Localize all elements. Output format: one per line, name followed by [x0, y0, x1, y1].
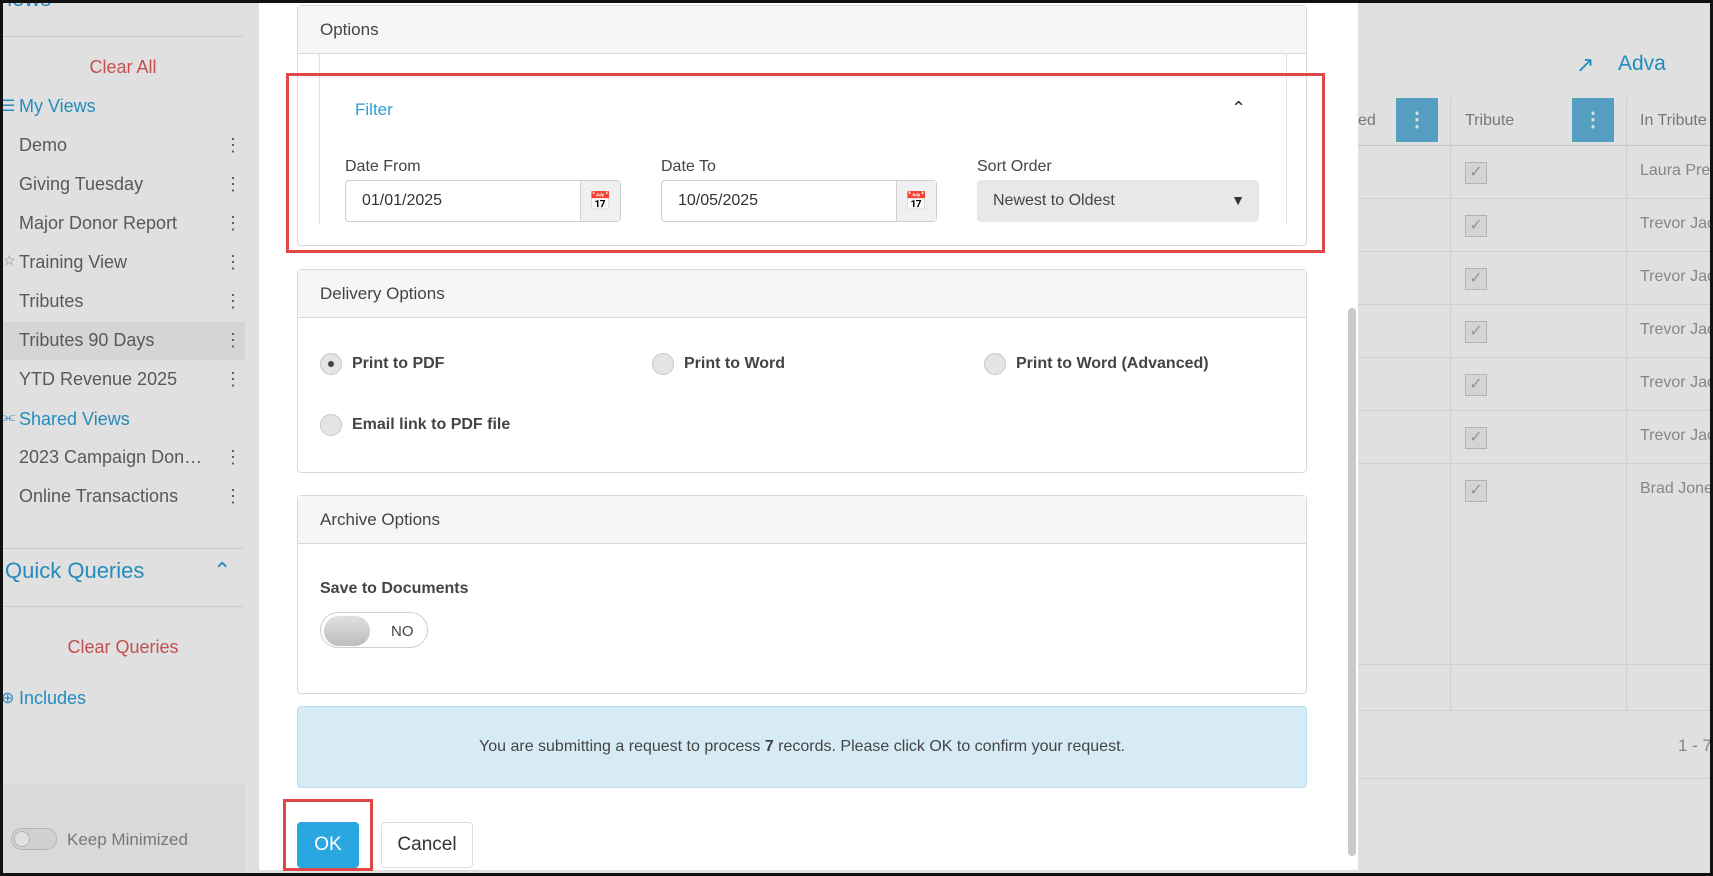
date-to-field[interactable]: 📅 — [661, 180, 937, 222]
radio-label: Email link to PDF file — [352, 416, 511, 433]
export-dialog: Options Filter ⌃ Date From 📅 Date To 📅 S… — [259, 0, 1358, 870]
toggle-knob — [324, 616, 370, 646]
date-to-input[interactable] — [662, 181, 896, 221]
modal-scrollbar[interactable] — [1348, 308, 1356, 856]
sort-order-value: Newest to Oldest — [993, 192, 1115, 209]
delivery-title: Delivery Options — [298, 270, 1306, 318]
radio-unselected-icon[interactable] — [984, 353, 1006, 375]
chevron-up-icon[interactable]: ⌃ — [1231, 98, 1246, 119]
caret-down-icon: ▼ — [1231, 192, 1245, 208]
radio-email-link-pdf[interactable]: Email link to PDF file — [320, 414, 510, 436]
radio-label: Print to Word (Advanced) — [1016, 355, 1209, 372]
save-to-documents-text: Save to Documents — [320, 580, 469, 597]
toggle-state: NO — [391, 623, 414, 640]
cancel-button[interactable]: Cancel — [381, 822, 473, 868]
sort-order-select[interactable]: Newest to Oldest ▼ — [977, 180, 1259, 222]
radio-unselected-icon[interactable] — [652, 353, 674, 375]
save-to-documents-toggle[interactable]: NO — [320, 612, 428, 648]
calendar-icon[interactable]: 📅 — [896, 181, 936, 221]
confirmation-message: You are submitting a request to process … — [297, 706, 1307, 788]
sort-order-label: Sort Order — [977, 158, 1052, 175]
radio-print-to-pdf[interactable]: Print to PDF — [320, 353, 444, 375]
radio-print-to-word-advanced[interactable]: Print to Word (Advanced) — [984, 353, 1209, 375]
calendar-icon[interactable]: 📅 — [580, 181, 620, 221]
archive-title: Archive Options — [298, 496, 1306, 544]
date-from-label: Date From — [345, 158, 421, 175]
date-to-label: Date To — [661, 158, 716, 175]
radio-label: Print to PDF — [352, 355, 445, 372]
radio-label: Print to Word — [684, 355, 786, 372]
radio-print-to-word[interactable]: Print to Word — [652, 353, 785, 375]
radio-selected-icon[interactable] — [320, 353, 342, 375]
info-text-post: records. Please click OK to confirm your… — [773, 738, 1125, 755]
info-record-count: 7 — [764, 738, 774, 755]
info-text-pre: You are submitting a request to process — [479, 738, 765, 755]
radio-unselected-icon[interactable] — [320, 414, 342, 436]
date-from-input[interactable] — [346, 181, 580, 221]
options-title: Options — [298, 6, 1306, 54]
save-to-documents-label: Save to Documents — [320, 580, 468, 598]
filter-toggle[interactable]: Filter — [355, 100, 393, 120]
ok-button[interactable]: OK — [297, 822, 359, 868]
date-from-field[interactable]: 📅 — [345, 180, 621, 222]
